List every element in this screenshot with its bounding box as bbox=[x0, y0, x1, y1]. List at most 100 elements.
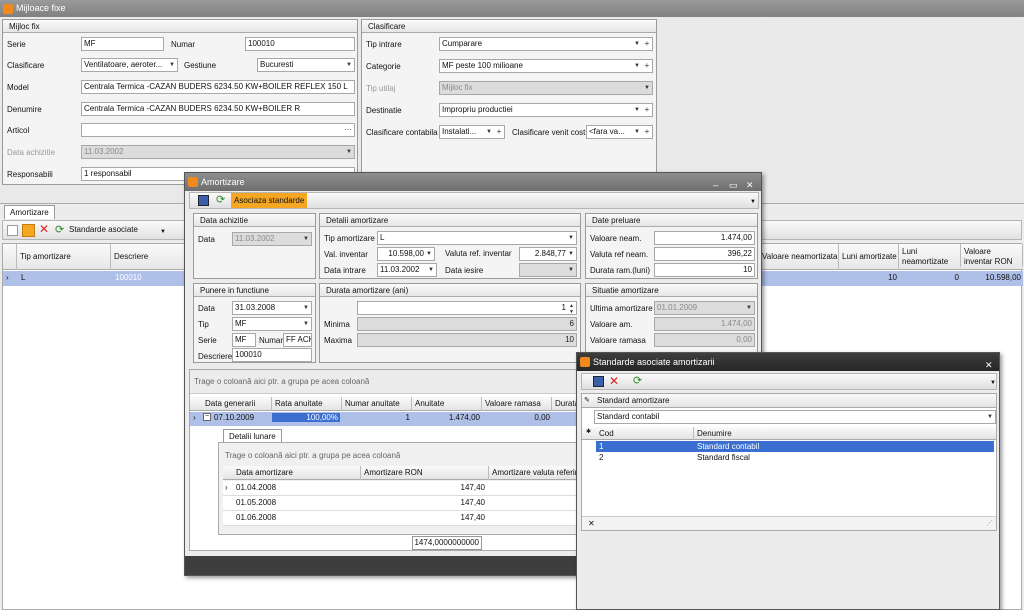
add-icon[interactable]: + bbox=[643, 60, 651, 72]
col-amortizare-ron[interactable]: Amortizare RON bbox=[361, 466, 489, 480]
data-punere-field[interactable]: 31.03.2008 ▼ bbox=[232, 301, 312, 315]
standard-row[interactable]: 2 Standard fiscal bbox=[596, 452, 994, 463]
data-intrare-field[interactable]: 11.03.2002 ▼ bbox=[377, 263, 437, 277]
gestiune-label: Gestiune bbox=[184, 61, 217, 70]
tab-detalii-lunare[interactable]: Detalii lunare bbox=[223, 429, 282, 443]
save-icon[interactable] bbox=[593, 376, 604, 387]
add-icon[interactable]: + bbox=[643, 126, 651, 138]
descriere-field[interactable]: 100010 bbox=[232, 348, 312, 362]
cell-rata-anuitate: 100,00% bbox=[272, 413, 340, 422]
model-field[interactable]: Centrala Termica -CAZAN BUDERS 6234.50 K… bbox=[81, 80, 355, 94]
clasificare-contabila-select[interactable]: Instalati... ▼ + bbox=[439, 125, 505, 139]
ellipsis-icon: ··· bbox=[344, 125, 352, 134]
col-rata-anuitate[interactable]: Rata anuitate bbox=[272, 397, 342, 411]
clear-filter-icon[interactable]: ✕ bbox=[588, 519, 595, 528]
col-denumire[interactable]: Denumire bbox=[694, 427, 994, 440]
main-title: Mijloace fixe bbox=[16, 3, 66, 13]
data-label: Data bbox=[198, 304, 215, 313]
destinatie-value: Impropriu productiei bbox=[442, 105, 513, 114]
val-inventar-label: Val. inventar bbox=[324, 250, 368, 259]
col-valoare-ramasa[interactable]: Valoare ramasa bbox=[482, 397, 552, 411]
tip-label: Tip bbox=[198, 320, 209, 329]
standard-amortizare-select[interactable]: Standard contabil ▼ bbox=[594, 410, 996, 424]
col-luni-neamortizate[interactable]: Luni neamortizate bbox=[899, 244, 961, 267]
refresh-icon[interactable]: ⟳ bbox=[216, 193, 227, 206]
delete-icon[interactable]: ✕ bbox=[39, 222, 50, 236]
toolbar-overflow-icon[interactable]: ▼ bbox=[160, 229, 166, 235]
amortizare-toolbar: ⟳ Asociaza standarde ▼ bbox=[189, 192, 759, 209]
spinner-icon[interactable]: ▲ ▼ bbox=[569, 303, 574, 314]
tab-amortizare[interactable]: Amortizare bbox=[4, 205, 55, 219]
add-icon[interactable]: + bbox=[495, 126, 503, 138]
articol-field[interactable]: ··· bbox=[81, 123, 355, 137]
refresh-icon[interactable]: ⟳ bbox=[633, 374, 644, 387]
chevron-down-icon: ▼ bbox=[634, 107, 640, 113]
close-icon[interactable]: ✕ bbox=[985, 356, 993, 374]
clasificare-select[interactable]: Ventilatoare, aeroter... ▼ bbox=[81, 58, 178, 72]
tip-amortizare-select[interactable]: L ▼ bbox=[377, 231, 577, 245]
durata-ram-field[interactable]: 10 bbox=[654, 263, 755, 277]
chevron-down-icon: ▼ bbox=[568, 235, 574, 241]
responsabili-label: Responsabili bbox=[7, 170, 53, 179]
new-icon[interactable] bbox=[7, 225, 18, 236]
chevron-down-icon: ▼ bbox=[486, 129, 492, 135]
minima-field: 6 bbox=[357, 317, 577, 331]
standard-row[interactable]: 1 Standard contabil bbox=[596, 441, 994, 452]
date-preluare-header: Date preluare bbox=[586, 214, 757, 227]
asociaza-standarde-button[interactable]: Asociaza standarde bbox=[231, 193, 308, 208]
serie-label: Serie bbox=[7, 40, 26, 49]
col-data-generarii[interactable]: Data generarii bbox=[202, 397, 272, 411]
tip-utilaj-value: Mijloc fix bbox=[442, 83, 473, 92]
col-anuitate[interactable]: Anuitate bbox=[412, 397, 482, 411]
add-icon[interactable]: + bbox=[643, 104, 651, 116]
col-numar-anuitate[interactable]: Numar anuitate bbox=[342, 397, 412, 411]
col-data-amortizare[interactable]: Data amortizare bbox=[233, 466, 361, 480]
data-intrare-label: Data intrare bbox=[324, 266, 366, 275]
add-icon[interactable]: + bbox=[643, 38, 651, 50]
delete-icon[interactable]: ✕ bbox=[609, 374, 620, 388]
denumire-field[interactable]: Centrala Termica -CAZAN BUDERS 6234.50 K… bbox=[81, 102, 355, 116]
save-icon[interactable] bbox=[198, 195, 209, 206]
valoare-neam-field[interactable]: 1.474,00 bbox=[654, 231, 755, 245]
clasificare-group: Clasificare Tip intrare Cumparare ▼ + Cate… bbox=[361, 19, 657, 185]
numar-field[interactable]: FF ACK bbox=[283, 333, 312, 347]
edit-icon[interactable] bbox=[22, 224, 35, 237]
categorie-select[interactable]: MF peste 100 milioane ▼ + bbox=[439, 59, 653, 73]
col-cod[interactable]: Cod bbox=[596, 427, 694, 440]
col-luni-amortizate[interactable]: Luni amortizate bbox=[839, 244, 899, 270]
valuta-ref-inventar-field[interactable]: 2.848,77 ▼ bbox=[519, 247, 577, 261]
cod-header: ✱ Cod Denumire bbox=[582, 427, 996, 440]
col-valoare-inventar-ron[interactable]: Valoare inventar RON bbox=[961, 244, 1023, 267]
serie-field[interactable]: MF bbox=[81, 37, 164, 51]
data-iesire-field: ▼ bbox=[519, 263, 577, 277]
durata-spinner[interactable]: 1 ▲ ▼ bbox=[357, 301, 577, 315]
chevron-down-icon: ▼ bbox=[634, 63, 640, 69]
resize-grip-icon[interactable]: ⋰ bbox=[986, 519, 993, 527]
toolbar-overflow-icon[interactable]: ▼ bbox=[750, 199, 756, 205]
tip-intrare-select[interactable]: Cumparare ▼ + bbox=[439, 37, 653, 51]
toolbar-overflow-icon[interactable]: ▼ bbox=[990, 380, 996, 386]
numar-field[interactable]: 100010 bbox=[245, 37, 355, 51]
col-valoare-neamortizata[interactable]: Valoare neamortizata bbox=[759, 244, 839, 270]
val-inventar-field[interactable]: 10.598,00 ▼ bbox=[377, 247, 435, 261]
chevron-down-icon: ▼ bbox=[644, 85, 650, 91]
clasificare-venit-cost-select[interactable]: <fara va... ▼ + bbox=[586, 125, 653, 139]
refresh-icon[interactable]: ⟳ bbox=[55, 223, 66, 236]
cell-luni-neamortizate: 0 bbox=[954, 273, 959, 282]
clasificare-contabila-label: Clasificare contabila bbox=[366, 128, 438, 137]
destinatie-select[interactable]: Impropriu productiei ▼ + bbox=[439, 103, 653, 117]
col-tip-amortizare[interactable]: Tip amortizare bbox=[17, 244, 111, 270]
standarde-toolbar: ✕ ⟳ ▼ bbox=[581, 373, 997, 390]
col-amortizare-valuta[interactable]: Amortizare valuta referinta bbox=[489, 466, 589, 480]
col-descriere[interactable]: Descriere bbox=[111, 244, 185, 270]
collapse-icon[interactable]: − bbox=[203, 413, 211, 421]
standarde-asociate-button[interactable]: Standarde asociate bbox=[69, 225, 138, 234]
valuta-ref-neam-field[interactable]: 396,22 bbox=[654, 247, 755, 261]
serie-field[interactable]: MF bbox=[232, 333, 256, 347]
valoare-ramasa-label: Valoare ramasa bbox=[590, 336, 646, 345]
durata-amortizare-header: Durata amortizare (ani) bbox=[320, 284, 580, 297]
data-punere-value: 31.03.2008 bbox=[235, 303, 276, 312]
gestiune-select[interactable]: Bucuresti ▼ bbox=[257, 58, 355, 72]
clasificare-contabila-value: Instalati... bbox=[442, 127, 477, 136]
tip-select[interactable]: MF ▼ bbox=[232, 317, 312, 331]
